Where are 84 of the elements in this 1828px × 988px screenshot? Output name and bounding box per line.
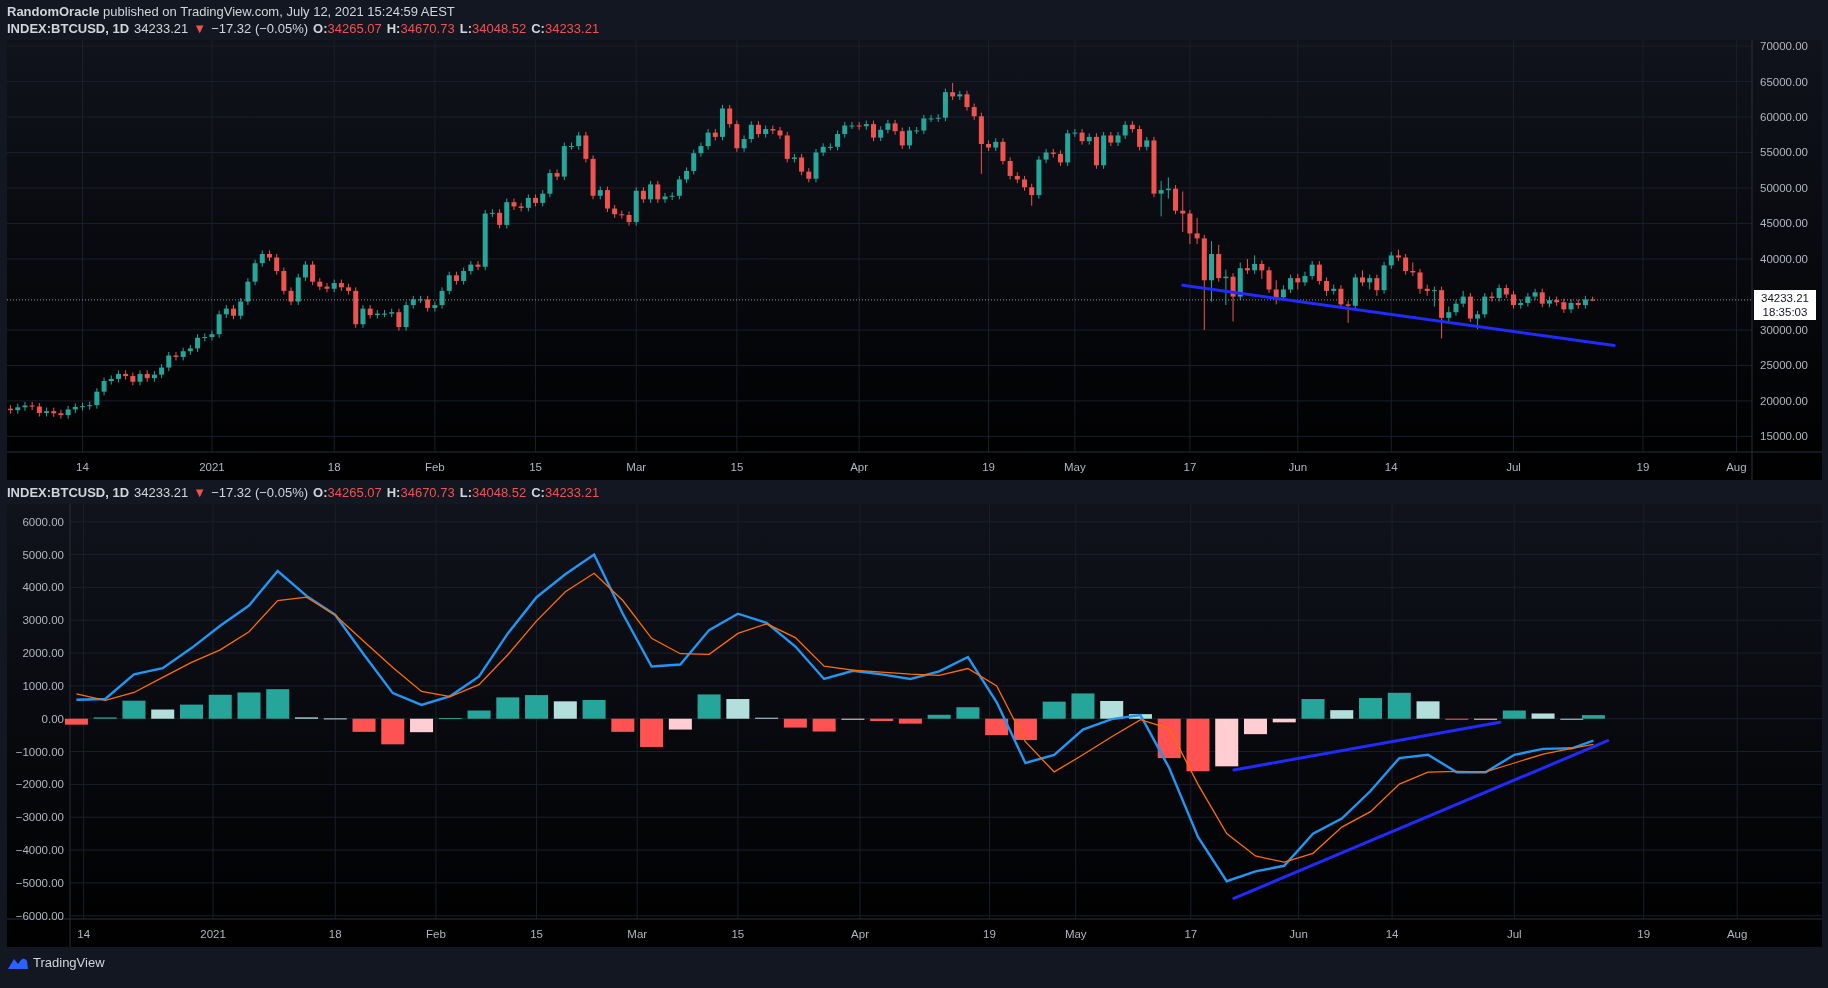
axis-label: Mar xyxy=(627,928,648,940)
axis-label: 6000.00 xyxy=(22,515,64,528)
ohlc-label: L: xyxy=(459,484,472,501)
axis-label: 3000.00 xyxy=(22,614,64,627)
ohlc-value: 34670.73 xyxy=(400,20,455,37)
ohlc-label: O: xyxy=(313,484,328,501)
symbol-label: INDEX:BTCUSD, 1D xyxy=(7,484,130,501)
axis-label: Aug xyxy=(1726,461,1747,473)
ohlc-value: 34265.07 xyxy=(327,20,382,37)
axis-label: 17 xyxy=(1184,928,1198,940)
ohlc-value: 34670.73 xyxy=(400,484,455,501)
axis-label: Apr xyxy=(850,461,869,473)
axis-label: 15 xyxy=(530,928,543,940)
publish-info: RandomOracle published on TradingView.com, July 12, 2021 15:24:59 AEST xyxy=(7,4,455,19)
axis-label: 15 xyxy=(731,928,745,940)
price-change: −17.32 (−0.05%) xyxy=(211,20,309,37)
axis-label: −1000.00 xyxy=(15,745,64,758)
axis-label: 14 xyxy=(77,928,91,940)
ohlc-label: L: xyxy=(459,20,472,37)
axis-label: −3000.00 xyxy=(15,811,64,824)
ohlc-label: H: xyxy=(386,484,401,501)
ohlc-label: O: xyxy=(313,20,328,37)
axis-label: −4000.00 xyxy=(15,844,64,857)
axis-label: 15 xyxy=(529,461,542,473)
axis-label: 1000.00 xyxy=(22,679,64,692)
axis-label: 4000.00 xyxy=(22,581,64,594)
axis-label: Jul xyxy=(1506,461,1521,473)
axis-label: May xyxy=(1064,461,1086,473)
axis-label: 19 xyxy=(983,928,996,940)
axis-label: Feb xyxy=(426,928,446,940)
axis-label: 30000.00 xyxy=(1760,323,1808,336)
axis-label: 5000.00 xyxy=(22,548,64,561)
axis-label: 20000.00 xyxy=(1760,394,1808,407)
axis-label: 14 xyxy=(76,461,89,473)
axis-label: 19 xyxy=(1636,461,1650,473)
axis-label: −5000.00 xyxy=(15,876,64,889)
axis-label: 70000.00 xyxy=(1760,40,1808,53)
ohlc-value: 34048.52 xyxy=(471,20,527,37)
axis-label: Mar xyxy=(626,461,647,473)
axis-label: Aug xyxy=(1726,928,1748,940)
axis-label: 40000.00 xyxy=(1760,252,1808,265)
axis-label: −2000.00 xyxy=(15,778,64,791)
price-value: 34233.21 xyxy=(134,484,189,501)
axis-label: 14 xyxy=(1385,928,1399,940)
axis-label: 55000.00 xyxy=(1760,146,1808,159)
down-arrow-icon: ▼ xyxy=(193,484,207,501)
price-change: −17.32 (−0.05%) xyxy=(211,484,309,501)
axis-label: 15000.00 xyxy=(1760,430,1808,443)
axis-label: 14 xyxy=(1384,461,1398,473)
axis-label: Jul xyxy=(1506,928,1522,940)
axis-label: Feb xyxy=(424,461,445,473)
last-price: 34233.21 xyxy=(1761,290,1809,305)
axis-label: 60000.00 xyxy=(1760,111,1808,123)
axis-label: 17 xyxy=(1183,461,1197,473)
brand-name: TradingView xyxy=(33,955,105,970)
price-value: 34233.21 xyxy=(134,20,189,37)
axis-label: Jun xyxy=(1288,461,1308,473)
ohlc-value: 34265.07 xyxy=(327,484,382,501)
ohlc-label: C: xyxy=(531,20,545,37)
axis-label: 25000.00 xyxy=(1760,359,1808,372)
axis-label: 0.00 xyxy=(41,712,64,725)
axis-label: May xyxy=(1064,928,1087,940)
axis-label: 2000.00 xyxy=(22,647,64,660)
down-arrow-icon: ▼ xyxy=(193,20,207,37)
countdown-timer: 18:35:03 xyxy=(1762,304,1808,319)
axis-label: 2021 xyxy=(200,928,226,940)
axis-label: 15 xyxy=(730,461,744,473)
axis-label: Apr xyxy=(851,928,870,940)
axis-label: 19 xyxy=(1637,928,1651,940)
axis-label: 45000.00 xyxy=(1760,217,1808,230)
axis-label: 18 xyxy=(328,928,342,940)
axis-label: 50000.00 xyxy=(1760,182,1808,194)
axis-label: −6000.00 xyxy=(15,909,64,922)
ohlc-value: 34233.21 xyxy=(544,20,600,37)
ohlc-value: 34233.21 xyxy=(544,484,600,501)
symbol-label: INDEX:BTCUSD, 1D xyxy=(7,20,130,37)
axis-label: 65000.00 xyxy=(1760,75,1808,88)
axis-label: Jun xyxy=(1289,928,1308,940)
axis-label: 18 xyxy=(327,461,341,473)
axis-label: 19 xyxy=(982,461,995,473)
ohlc-value: 34048.52 xyxy=(471,484,527,501)
ohlc-label: C: xyxy=(531,484,545,501)
axis-label: 2021 xyxy=(199,461,225,473)
ohlc-label: H: xyxy=(386,20,401,37)
